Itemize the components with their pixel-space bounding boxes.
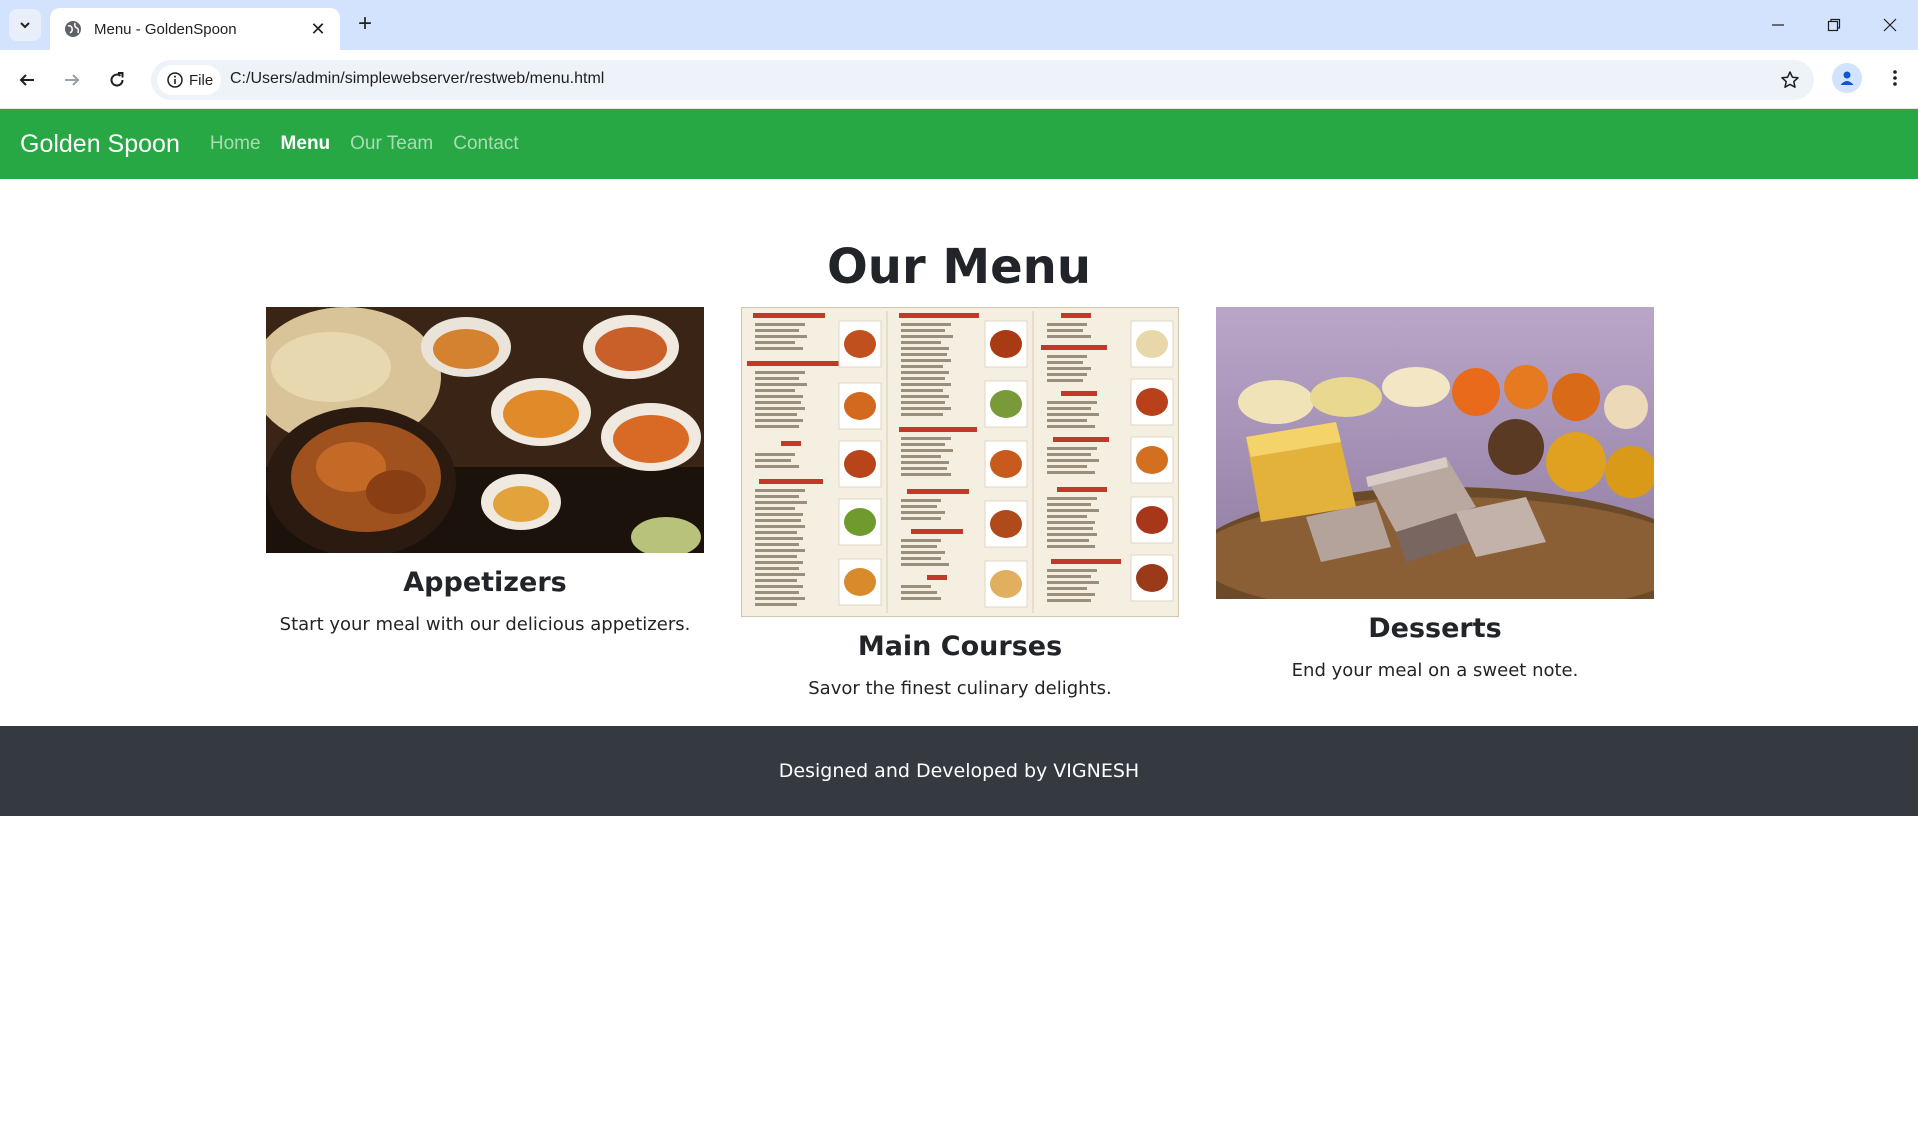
- close-tab-icon[interactable]: ✕: [306, 17, 330, 41]
- nav-link-home[interactable]: Home: [210, 133, 261, 155]
- nav-link-our-team[interactable]: Our Team: [350, 133, 433, 155]
- nav-link-contact[interactable]: Contact: [453, 133, 518, 155]
- back-button[interactable]: [11, 64, 43, 96]
- site-info-chip[interactable]: File: [157, 65, 221, 95]
- card-text: Start your meal with our delicious appet…: [279, 614, 691, 635]
- new-tab-button[interactable]: +: [352, 10, 378, 37]
- browser-toolbar: File C:/Users/admin/simplewebserver/rest…: [0, 50, 1918, 109]
- card-text: End your meal on a sweet note.: [1291, 660, 1579, 681]
- profile-button[interactable]: [1832, 63, 1862, 93]
- globe-icon: [65, 21, 81, 37]
- bookmark-button[interactable]: [1778, 68, 1802, 92]
- browser-menu-button[interactable]: [1880, 63, 1910, 93]
- site-chip-label: File: [189, 71, 214, 89]
- card-main-courses: Main Courses Savor the finest culinary d…: [741, 307, 1179, 699]
- close-window-button[interactable]: [1862, 0, 1918, 50]
- close-icon: [1883, 18, 1897, 32]
- minimize-icon: [1772, 24, 1784, 26]
- back-arrow-icon: [19, 74, 34, 86]
- card-appetizers: Appetizers Start your meal with our deli…: [266, 307, 704, 635]
- card-text: Savor the finest culinary delights.: [808, 678, 1112, 699]
- restore-button[interactable]: [1806, 0, 1862, 50]
- site-navbar: Golden Spoon Home Menu Our Team Contact: [0, 109, 1918, 179]
- url-text[interactable]: C:/Users/admin/simplewebserver/restweb/m…: [230, 70, 604, 88]
- card-title: Main Courses: [857, 631, 1063, 662]
- browser-tab[interactable]: Menu - GoldenSpoon ✕: [50, 8, 340, 50]
- browser-tabstrip: Menu - GoldenSpoon ✕ +: [0, 0, 1918, 50]
- desserts-image: [1216, 307, 1654, 599]
- minimize-button[interactable]: [1750, 0, 1806, 50]
- forward-button[interactable]: [56, 64, 88, 96]
- card-title: Desserts: [1368, 613, 1502, 644]
- menu-card-image: [741, 307, 1179, 617]
- menu-section: Our Menu Appetizers Start your meal with…: [0, 179, 1918, 726]
- more-vert-icon: [1893, 70, 1897, 86]
- card-title: Appetizers: [403, 567, 567, 598]
- card-desserts: Desserts End your meal on a sweet note.: [1216, 307, 1654, 681]
- address-bar[interactable]: File C:/Users/admin/simplewebserver/rest…: [151, 60, 1814, 100]
- page-title: Our Menu: [826, 239, 1092, 295]
- footer-credit: Designed and Developed by VIGNESH: [778, 760, 1140, 782]
- nav-link-menu[interactable]: Menu: [281, 133, 331, 155]
- reload-icon: [110, 72, 124, 87]
- star-icon: [1781, 71, 1799, 88]
- tab-title: Menu - GoldenSpoon: [94, 20, 237, 38]
- site-footer: Designed and Developed by VIGNESH: [0, 726, 1918, 816]
- brand-link[interactable]: Golden Spoon: [20, 130, 180, 159]
- info-icon: [167, 72, 183, 88]
- tab-search-button[interactable]: [9, 9, 41, 41]
- chevron-down-icon: [20, 22, 30, 29]
- person-icon: [1840, 71, 1854, 85]
- restore-icon: [1827, 18, 1841, 32]
- forward-arrow-icon: [65, 74, 80, 86]
- reload-button[interactable]: [101, 64, 133, 96]
- appetizers-image: [266, 307, 704, 553]
